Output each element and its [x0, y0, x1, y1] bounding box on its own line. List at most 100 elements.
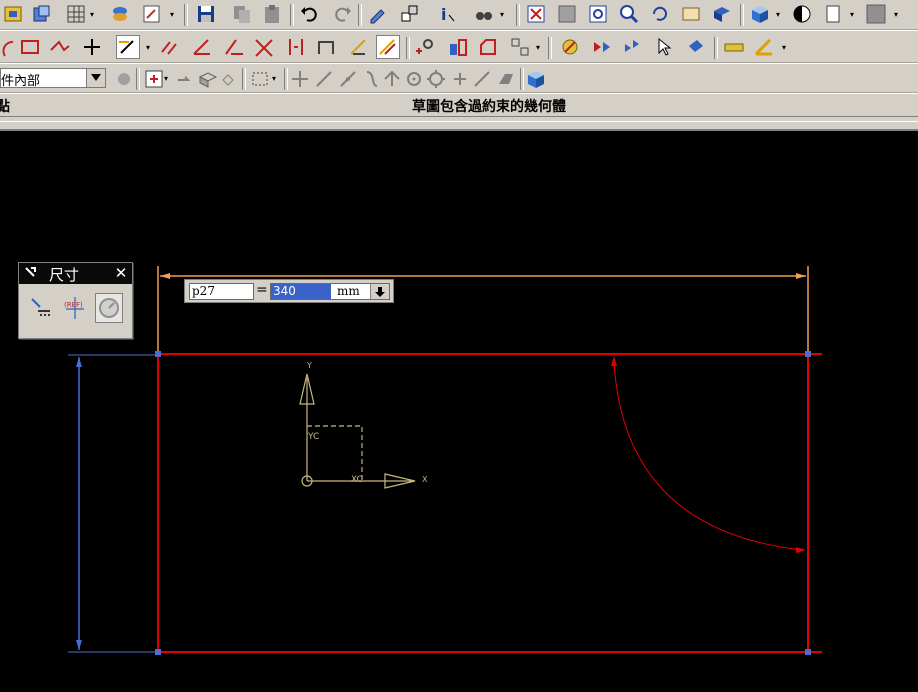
sketch-palette-icon[interactable]: [558, 35, 582, 59]
color-swatch-icon[interactable]: [864, 2, 888, 26]
redo-icon[interactable]: [330, 2, 354, 26]
status-message: 草圖包含過約束的幾何體: [412, 99, 566, 115]
rectangle-select-icon[interactable]: [248, 67, 272, 91]
inferred-dimension-icon[interactable]: [116, 35, 140, 59]
snap-intersection-icon[interactable]: [380, 67, 404, 91]
y-axis-label: Y: [306, 361, 312, 370]
chevron-down-icon[interactable]: ▾: [894, 10, 902, 20]
arc-icon[interactable]: [0, 35, 16, 59]
filter-icon[interactable]: [112, 67, 136, 91]
sketch-curve-toolbar: ▾ ▾ ▾: [0, 30, 918, 63]
pattern-icon[interactable]: [508, 35, 532, 59]
rectangle-icon[interactable]: [18, 35, 42, 59]
copy-icon[interactable]: [230, 2, 254, 26]
graphics-window[interactable]: Y X YC XC: [0, 131, 918, 692]
measure-icon[interactable]: [722, 35, 746, 59]
coordinate-system: [299, 373, 416, 489]
fit-view-icon[interactable]: [524, 2, 548, 26]
snap-quadrant-icon[interactable]: [424, 67, 448, 91]
application-icon[interactable]: [2, 2, 26, 26]
pan-icon[interactable]: [679, 2, 703, 26]
point-icon[interactable]: [80, 35, 104, 59]
cube-icon[interactable]: [524, 67, 548, 91]
transform-icon[interactable]: [398, 2, 422, 26]
inferred-dimension-button[interactable]: [27, 293, 55, 323]
feature-icon[interactable]: [218, 67, 242, 91]
dimension-panel-title: 尺寸: [49, 266, 80, 284]
reference-dimension-button[interactable]: (REF): [61, 293, 89, 323]
binoculars-icon[interactable]: [472, 2, 496, 26]
vertical-dimension[interactable]: [68, 354, 157, 653]
zoom-window-icon[interactable]: [586, 2, 610, 26]
information-icon[interactable]: i: [434, 2, 458, 26]
alternate-solution-icon[interactable]: [590, 35, 614, 59]
sketch-edit-icon[interactable]: [140, 2, 164, 26]
convert-reference-icon[interactable]: [446, 35, 470, 59]
trim-icon[interactable]: [252, 35, 276, 59]
close-icon[interactable]: ✕: [112, 265, 130, 282]
snap-center-icon[interactable]: [402, 67, 426, 91]
standard-toolbar: ▾ ▾ i ▾ ▾ ▾ ▾: [0, 0, 918, 30]
select-all-icon[interactable]: [142, 67, 166, 91]
dimension-display-button[interactable]: [95, 293, 123, 323]
chevron-down-icon[interactable]: ▾: [850, 10, 858, 20]
snap-endpoint-icon[interactable]: [312, 67, 336, 91]
select-cursor-icon[interactable]: [652, 35, 676, 59]
expression-value-text[interactable]: 340: [271, 284, 331, 299]
pin-icon[interactable]: [23, 266, 39, 280]
grid-icon[interactable]: [64, 2, 88, 26]
perpendicular-icon[interactable]: [222, 35, 246, 59]
zoom-icon[interactable]: [617, 2, 641, 26]
snap-point-icon[interactable]: [448, 67, 472, 91]
chevron-down-icon[interactable]: ▾: [776, 10, 784, 20]
dropdown-arrow-icon[interactable]: [86, 69, 105, 87]
angle-measure-icon[interactable]: [752, 35, 776, 59]
chevron-down-icon[interactable]: ▾: [170, 10, 178, 20]
chevron-down-icon[interactable]: ▾: [536, 43, 544, 53]
edit-object-icon[interactable]: [366, 2, 390, 26]
angular-dimension[interactable]: [611, 356, 806, 553]
rotate-icon[interactable]: [648, 2, 672, 26]
layer-icon[interactable]: [108, 2, 132, 26]
paste-icon[interactable]: [260, 2, 284, 26]
drawing-sheet-icon[interactable]: [822, 2, 846, 26]
snap-on-curve-icon[interactable]: [470, 67, 494, 91]
dimension-panel-titlebar[interactable]: 尺寸 ✕: [19, 263, 132, 284]
sketch-rectangle[interactable]: [155, 351, 822, 655]
deselect-icon[interactable]: [172, 67, 196, 91]
parallel-constraint-icon[interactable]: [158, 35, 182, 59]
fillet-icon[interactable]: [314, 35, 338, 59]
chevron-down-icon[interactable]: ▾: [146, 43, 154, 53]
display-mode-icon[interactable]: [790, 2, 814, 26]
mirror-icon[interactable]: [346, 35, 370, 59]
x-axis-label: X: [422, 475, 428, 484]
undo-icon[interactable]: [298, 2, 322, 26]
extend-icon[interactable]: [284, 35, 308, 59]
auto-constrain-icon[interactable]: [376, 35, 400, 59]
offset-curve-icon[interactable]: [476, 35, 500, 59]
chevron-down-icon[interactable]: ▾: [90, 10, 98, 20]
chevron-down-icon[interactable]: ▾: [164, 74, 172, 84]
cube-view-icon[interactable]: [748, 2, 772, 26]
chevron-down-icon[interactable]: ▾: [272, 74, 280, 84]
selection-scope-dropdown[interactable]: 件內部: [0, 68, 106, 89]
unit-dropdown-icon[interactable]: [370, 284, 389, 299]
snap-all-icon[interactable]: [288, 67, 312, 91]
expression-name-field[interactable]: p27: [189, 283, 254, 300]
expression-value-field[interactable]: 340 mm: [270, 283, 390, 300]
snap-midpoint-icon[interactable]: [336, 67, 360, 91]
solid-body-icon[interactable]: [196, 67, 220, 91]
chevron-down-icon[interactable]: ▾: [782, 43, 790, 53]
angle-constraint-icon[interactable]: [190, 35, 214, 59]
shaded-view-icon[interactable]: [710, 2, 734, 26]
save-icon[interactable]: [194, 2, 218, 26]
show-constraints-icon[interactable]: [414, 35, 438, 59]
zoom-region-icon[interactable]: [555, 2, 579, 26]
chevron-down-icon[interactable]: ▾: [500, 10, 508, 20]
update-model-icon[interactable]: [684, 35, 708, 59]
xc-axis-label: XC: [351, 475, 363, 485]
part-navigator-icon[interactable]: [30, 2, 54, 26]
snap-on-surface-icon[interactable]: [494, 67, 518, 91]
animate-dimension-icon[interactable]: [620, 35, 644, 59]
polyline-icon[interactable]: [48, 35, 72, 59]
